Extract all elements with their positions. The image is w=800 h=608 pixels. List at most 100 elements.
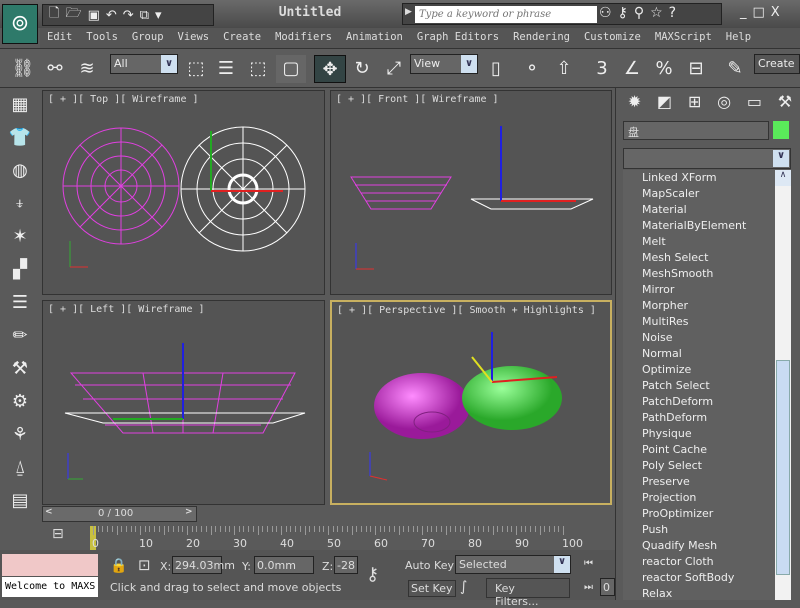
menu-tools[interactable]: Tools bbox=[79, 28, 125, 48]
object-name-field[interactable]: 盘 bbox=[623, 121, 769, 140]
key-icon[interactable]: ⚷ bbox=[366, 564, 379, 585]
create-icon[interactable]: ✹ bbox=[628, 92, 641, 116]
modifier-item[interactable]: Mesh Select bbox=[623, 250, 791, 266]
angle-snap-icon[interactable]: ∠ bbox=[618, 55, 646, 83]
modifier-item[interactable]: Patch Select bbox=[623, 378, 791, 394]
pivot-center-icon[interactable]: ▯ bbox=[482, 55, 510, 83]
modifier-item[interactable]: Preserve bbox=[623, 474, 791, 490]
expand-icon[interactable]: ▶ bbox=[405, 7, 412, 17]
named-selection-set[interactable]: Create bbox=[754, 54, 800, 74]
menu-views[interactable]: Views bbox=[171, 28, 217, 48]
modifier-item[interactable]: MapScaler bbox=[623, 186, 791, 202]
modifier-item[interactable]: PathDeform bbox=[623, 410, 791, 426]
menu-modifiers[interactable]: Modifiers bbox=[268, 28, 339, 48]
gear-icon[interactable]: ⚙ bbox=[0, 385, 40, 418]
open-icon[interactable]: 🗁 bbox=[65, 4, 81, 26]
move-icon[interactable]: ✥ bbox=[314, 55, 346, 83]
minimize-icon[interactable]: _ bbox=[740, 5, 753, 20]
menu-group[interactable]: Group bbox=[125, 28, 171, 48]
track-bar[interactable]: ⊟ 0 10 20 30 40 50 60 70 80 90 100 bbox=[40, 522, 615, 550]
select-by-name-icon[interactable]: ☰ bbox=[212, 55, 240, 83]
modifier-item[interactable]: reactor Cloth bbox=[623, 554, 791, 570]
close-icon[interactable]: X bbox=[771, 5, 786, 20]
manipulate-icon[interactable]: ⚬ bbox=[518, 55, 546, 83]
absolute-mode-icon[interactable]: ⊡ bbox=[138, 556, 151, 574]
current-frame-field[interactable]: 0 bbox=[600, 578, 615, 596]
graphite-icon[interactable]: ▦ bbox=[0, 88, 40, 121]
menu-edit[interactable]: Edit bbox=[40, 28, 79, 48]
binoculars-icon[interactable]: ⚇ bbox=[599, 5, 618, 21]
key-mode-dropdown[interactable]: Selected ∨ bbox=[455, 555, 571, 574]
modifier-item[interactable]: Linked XForm bbox=[623, 170, 791, 186]
scroll-up-icon[interactable]: ∧ bbox=[775, 170, 791, 186]
modifier-item[interactable]: MultiRes bbox=[623, 314, 791, 330]
modifier-list-dropdown[interactable]: ∨ bbox=[623, 148, 791, 169]
motion-icon[interactable]: ◎ bbox=[717, 92, 731, 116]
modifier-item[interactable]: MeshSmooth bbox=[623, 266, 791, 282]
modifier-item[interactable]: reactor SoftBody bbox=[623, 570, 791, 586]
viewport-label[interactable]: [ + ][ Left ][ Wireframe ] bbox=[48, 304, 205, 315]
stack-icon[interactable]: ☰ bbox=[0, 286, 40, 319]
rotate-icon[interactable]: ↻ bbox=[348, 55, 376, 83]
modifier-item[interactable]: Mirror bbox=[623, 282, 791, 298]
chevron-down-icon[interactable]: ▾ bbox=[155, 8, 162, 23]
viewport-top[interactable]: [ + ][ Top ][ Wireframe ] bbox=[42, 90, 325, 295]
modifier-item[interactable]: Push bbox=[623, 522, 791, 538]
search-input[interactable] bbox=[415, 6, 597, 23]
z-coordinate-field[interactable]: -28 bbox=[334, 556, 358, 574]
star-icon[interactable]: ☆ bbox=[650, 5, 669, 21]
menu-rendering[interactable]: Rendering bbox=[506, 28, 577, 48]
maximize-icon[interactable]: □ bbox=[753, 5, 771, 20]
modifier-item[interactable]: MaterialByElement bbox=[623, 218, 791, 234]
key-icon[interactable]: ⚷ bbox=[618, 5, 634, 21]
scroll-thumb[interactable] bbox=[776, 360, 790, 575]
grid-icon[interactable]: ▞ bbox=[0, 253, 40, 286]
key-mode-toggle-icon[interactable]: ⏭ bbox=[584, 582, 593, 593]
unlink-icon[interactable]: ⚯ bbox=[40, 55, 70, 83]
go-to-start-icon[interactable]: ⏮ bbox=[584, 558, 593, 569]
cloth-icon[interactable]: ▤ bbox=[0, 484, 40, 517]
modify-icon[interactable]: ◩ bbox=[657, 92, 672, 116]
curve-editor-icon[interactable]: ⊟ bbox=[52, 526, 64, 542]
modifier-item[interactable]: Poly Select bbox=[623, 458, 791, 474]
viewport-label[interactable]: [ + ][ Front ][ Wireframe ] bbox=[336, 94, 499, 105]
viewport-perspective[interactable]: [ + ][ Perspective ][ Smooth + Highlight… bbox=[330, 300, 612, 505]
selection-region-icon[interactable]: ⬚ bbox=[244, 55, 272, 83]
application-menu-button[interactable]: ⊚ bbox=[2, 4, 38, 44]
y-coordinate-field[interactable]: 0.0mm bbox=[254, 556, 314, 574]
menu-maxscript[interactable]: MAXScript bbox=[648, 28, 719, 48]
modifier-item[interactable]: Melt bbox=[623, 234, 791, 250]
display-icon[interactable]: ▭ bbox=[747, 92, 762, 116]
modifier-item[interactable]: Optimize bbox=[623, 362, 791, 378]
modifier-item[interactable]: Point Cache bbox=[623, 442, 791, 458]
modifier-item[interactable]: Morpher bbox=[623, 298, 791, 314]
modifier-item[interactable]: Material bbox=[623, 202, 791, 218]
shirt-icon[interactable]: 👕 bbox=[0, 121, 40, 154]
reference-coordinate-dropdown[interactable]: View ∨ bbox=[410, 54, 478, 74]
hierarchy-icon[interactable]: ⊞ bbox=[688, 92, 701, 116]
wrench-icon[interactable]: ⚒ bbox=[0, 352, 40, 385]
tree-icon[interactable]: ⚘ bbox=[0, 418, 40, 451]
link-icon[interactable]: ⛓ bbox=[8, 55, 38, 83]
undo-icon[interactable]: ↶ bbox=[106, 8, 117, 23]
new-icon[interactable]: 🗋 bbox=[49, 4, 59, 26]
selection-filter-dropdown[interactable]: All ∨ bbox=[110, 54, 178, 74]
modifier-item[interactable]: Noise bbox=[623, 330, 791, 346]
redo-icon[interactable]: ↷ bbox=[123, 8, 134, 23]
bind-space-warp-icon[interactable]: ≋ bbox=[72, 55, 102, 83]
percent-snap-icon[interactable]: % bbox=[650, 55, 678, 83]
lamp-icon[interactable]: ⍙ bbox=[0, 451, 40, 484]
save-icon[interactable]: ▣ bbox=[88, 8, 100, 23]
viewport-front[interactable]: [ + ][ Front ][ Wireframe ] bbox=[330, 90, 612, 295]
modifier-item[interactable]: PatchDeform bbox=[623, 394, 791, 410]
pin-icon[interactable]: ⍖ bbox=[0, 187, 40, 220]
viewport-label[interactable]: [ + ][ Perspective ][ Smooth + Highlight… bbox=[337, 305, 596, 316]
spinner-snap-icon[interactable]: ⊟ bbox=[682, 55, 710, 83]
window-crossing-icon[interactable]: ▢ bbox=[276, 55, 306, 83]
satellite-icon[interactable]: ⚲ bbox=[634, 5, 650, 21]
tangent-icon[interactable]: ∫ bbox=[460, 579, 467, 595]
help-icon[interactable]: ? bbox=[669, 5, 682, 21]
prev-frame-icon[interactable]: < bbox=[45, 507, 53, 517]
modifier-item[interactable]: Physique bbox=[623, 426, 791, 442]
viewport-label[interactable]: [ + ][ Top ][ Wireframe ] bbox=[48, 94, 199, 105]
